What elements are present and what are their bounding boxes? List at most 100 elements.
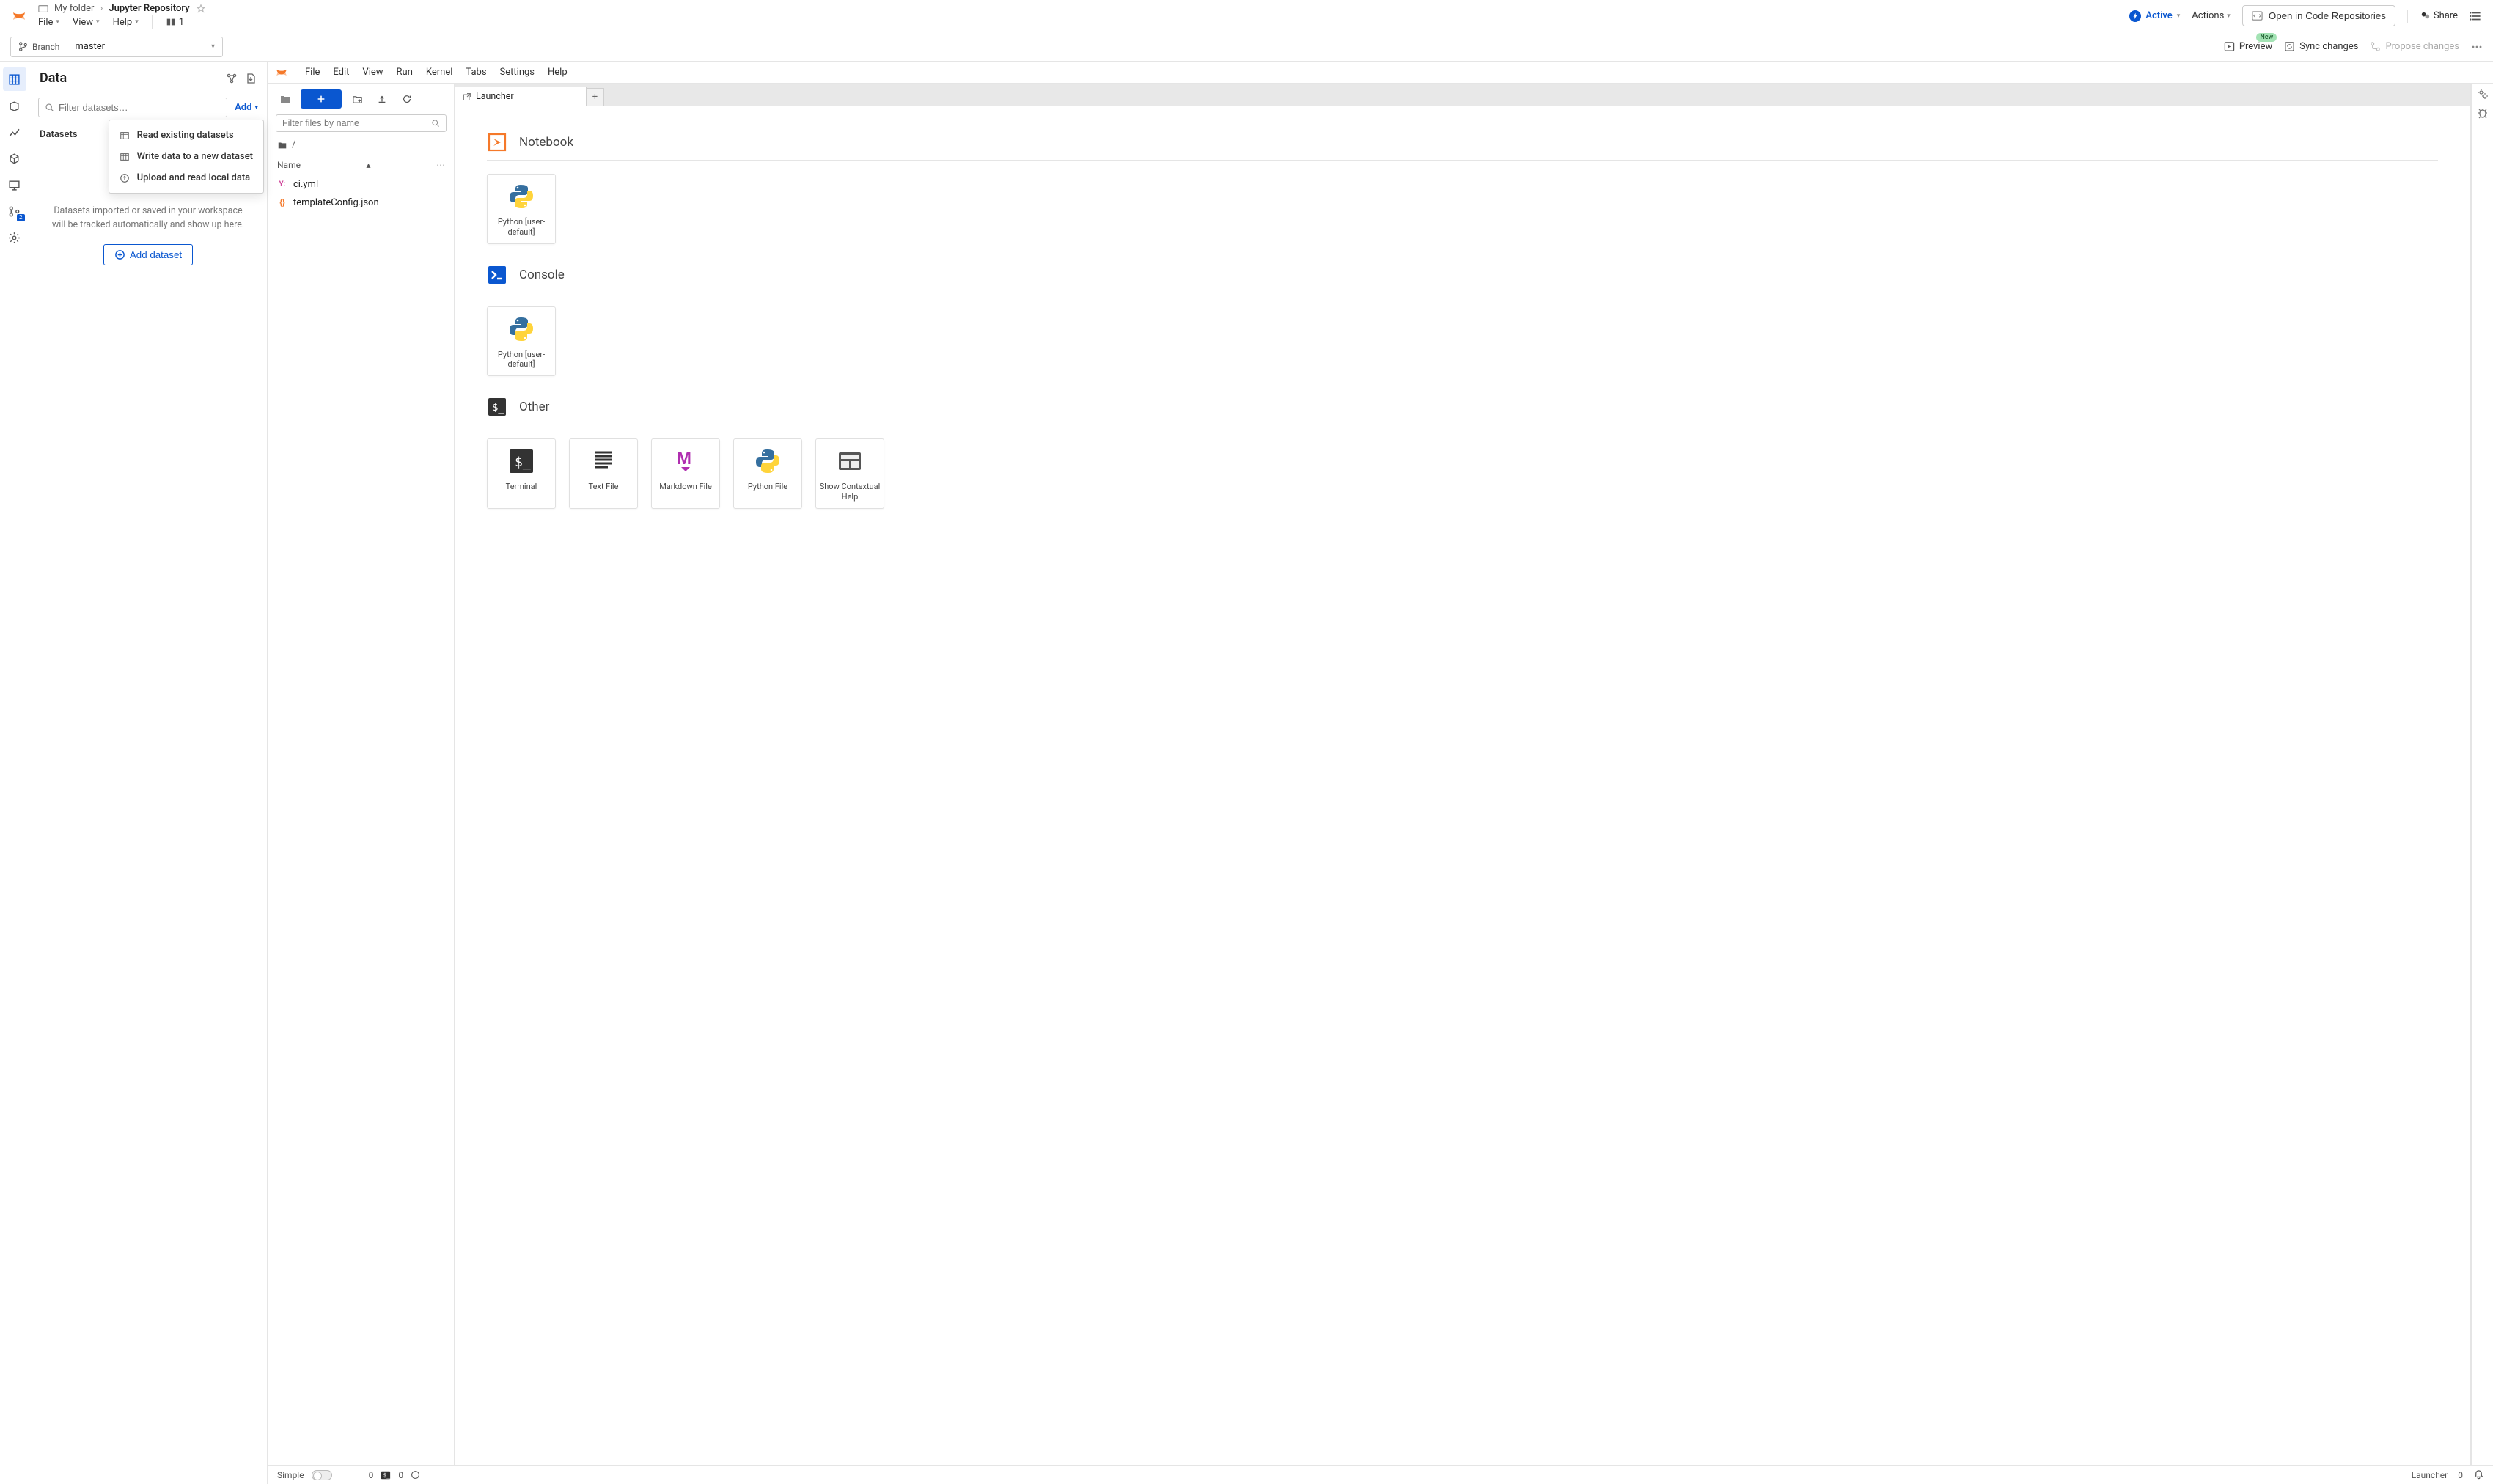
svg-text:M: M — [677, 449, 691, 469]
simple-toggle[interactable] — [312, 1470, 332, 1480]
folder-icon — [38, 4, 48, 14]
jm-edit[interactable]: Edit — [333, 67, 349, 78]
notebook-icon — [487, 132, 507, 153]
open-in-code-button[interactable]: Open in Code Repositories — [2242, 5, 2395, 26]
sub-header: Branch master ▾ New Preview Sync changes… — [0, 32, 2493, 62]
launcher-card-python-notebook[interactable]: Python [user-default] — [487, 174, 556, 244]
jupyter-menu-bar: File Edit View Run Kernel Tabs Settings … — [268, 62, 2493, 84]
graph-icon[interactable] — [226, 73, 238, 84]
workspace-count[interactable]: 1 — [166, 17, 184, 28]
breadcrumb: My folder › Jupyter Repository — [38, 3, 206, 14]
launcher-card-label: Terminal — [506, 482, 537, 492]
file-crumb[interactable]: / — [268, 136, 454, 155]
separator — [152, 15, 153, 29]
external-link-icon — [463, 92, 471, 101]
data-panel: Data Add▾ Read existing datasets — [29, 62, 268, 1484]
datasets-empty-state: Datasets imported or saved in your works… — [29, 144, 267, 1484]
help-menu[interactable]: Help▾ — [113, 17, 139, 28]
rail-chart[interactable] — [3, 120, 26, 144]
launcher-card-contexthelp[interactable]: Show Contextual Help — [815, 438, 884, 509]
rail-cube[interactable] — [3, 147, 26, 170]
tab-launcher[interactable]: Launcher — [455, 87, 587, 106]
terminal-status-icon: $_ — [381, 1470, 391, 1480]
jupyter-right-rail — [2471, 84, 2493, 1465]
star-icon[interactable] — [196, 4, 206, 14]
propose-button[interactable]: Propose changes — [2370, 41, 2459, 52]
sort-asc-icon: ▴ — [366, 160, 370, 170]
import-icon[interactable] — [245, 73, 257, 84]
more-icon[interactable] — [2471, 41, 2483, 53]
jm-view[interactable]: View — [362, 67, 383, 78]
launcher-section-title: Console — [519, 268, 565, 282]
upload-icon — [120, 173, 130, 183]
file-row[interactable]: {} templateConfig.json — [268, 194, 454, 212]
rail-settings[interactable] — [3, 226, 26, 249]
new-launcher-button[interactable] — [301, 89, 342, 109]
launcher-card-markdown[interactable]: M Markdown File — [651, 438, 720, 509]
rail-packages[interactable] — [3, 94, 26, 117]
status-right-count: 0 — [2458, 1470, 2463, 1480]
rail-data[interactable] — [3, 67, 26, 91]
jm-file[interactable]: File — [305, 67, 320, 78]
filter-datasets-input[interactable] — [38, 98, 227, 117]
dd-read-datasets[interactable]: Read existing datasets — [109, 125, 263, 146]
file-col-header[interactable]: Name ▴ ⋯ — [268, 155, 454, 175]
launcher-section-console: Console Python [user-default] — [487, 265, 2438, 377]
dd-upload-local[interactable]: Upload and read local data — [109, 167, 263, 188]
list-icon[interactable] — [2470, 10, 2483, 23]
kernel-count[interactable]: 0 — [398, 1470, 403, 1480]
search-icon — [45, 103, 54, 112]
new-folder-button[interactable] — [348, 89, 367, 109]
breadcrumb-folder[interactable]: My folder — [54, 3, 94, 14]
launcher-section-notebook: Notebook Python [user-default] — [487, 132, 2438, 244]
launcher-section-title: Other — [519, 400, 549, 414]
launcher-card-terminal[interactable]: $_ Terminal — [487, 438, 556, 509]
bell-icon[interactable] — [2473, 1469, 2484, 1480]
rail-git[interactable]: 2 — [3, 199, 26, 223]
dd-write-dataset[interactable]: Write data to a new dataset — [109, 146, 263, 167]
debug-icon[interactable] — [2477, 107, 2489, 119]
status-active[interactable]: Active ▾ — [2129, 10, 2180, 22]
tab-add-button[interactable]: + — [587, 88, 604, 106]
jm-tabs[interactable]: Tabs — [466, 67, 486, 78]
console-icon — [487, 265, 507, 285]
sync-button[interactable]: Sync changes — [2284, 41, 2358, 52]
write-icon — [120, 152, 130, 162]
gears-icon[interactable] — [2477, 88, 2489, 100]
svg-text:$_: $_ — [515, 455, 531, 470]
refresh-button[interactable] — [397, 89, 416, 109]
plus-circle-icon — [114, 249, 125, 260]
share-button[interactable]: Share — [2420, 10, 2458, 21]
branch-selector[interactable]: Branch master ▾ — [10, 37, 223, 57]
file-row[interactable]: Y: ci.yml — [268, 175, 454, 194]
launcher-section-title: Notebook — [519, 135, 573, 150]
actions-menu[interactable]: Actions▾ — [2192, 10, 2231, 21]
breadcrumb-title[interactable]: Jupyter Repository — [109, 3, 189, 14]
add-dataset-button[interactable]: Add dataset — [103, 244, 193, 265]
folder-nav-icon[interactable] — [276, 89, 295, 109]
launcher-card-pythonfile[interactable]: Python File — [733, 438, 802, 509]
share-icon — [2420, 10, 2431, 21]
merge-icon — [2370, 41, 2381, 52]
launcher-card-python-console[interactable]: Python [user-default] — [487, 306, 556, 377]
svg-text:$_: $_ — [492, 402, 504, 414]
file-menu[interactable]: File▾ — [38, 17, 59, 28]
upload-button[interactable] — [372, 89, 392, 109]
jm-settings[interactable]: Settings — [500, 67, 535, 78]
jm-help[interactable]: Help — [548, 67, 568, 78]
lightning-icon — [2129, 10, 2141, 22]
add-dropdown[interactable]: Add▾ Read existing datasets Write data t… — [235, 102, 258, 113]
view-menu[interactable]: View▾ — [73, 17, 100, 28]
more-col-icon[interactable]: ⋯ — [436, 160, 445, 170]
file-filter-input[interactable] — [276, 114, 447, 132]
jm-kernel[interactable]: Kernel — [426, 67, 453, 78]
jm-run[interactable]: Run — [397, 67, 413, 78]
preview-button[interactable]: New Preview — [2224, 41, 2272, 52]
launcher-card-textfile[interactable]: Text File — [569, 438, 638, 509]
jupyter-logo — [274, 65, 289, 80]
table-icon — [120, 131, 130, 141]
terminal-count[interactable]: 0 — [369, 1470, 374, 1480]
help-panel-icon — [835, 447, 864, 476]
rail-present[interactable] — [3, 173, 26, 196]
jupyter-workspace: File Edit View Run Kernel Tabs Settings … — [268, 62, 2493, 1484]
